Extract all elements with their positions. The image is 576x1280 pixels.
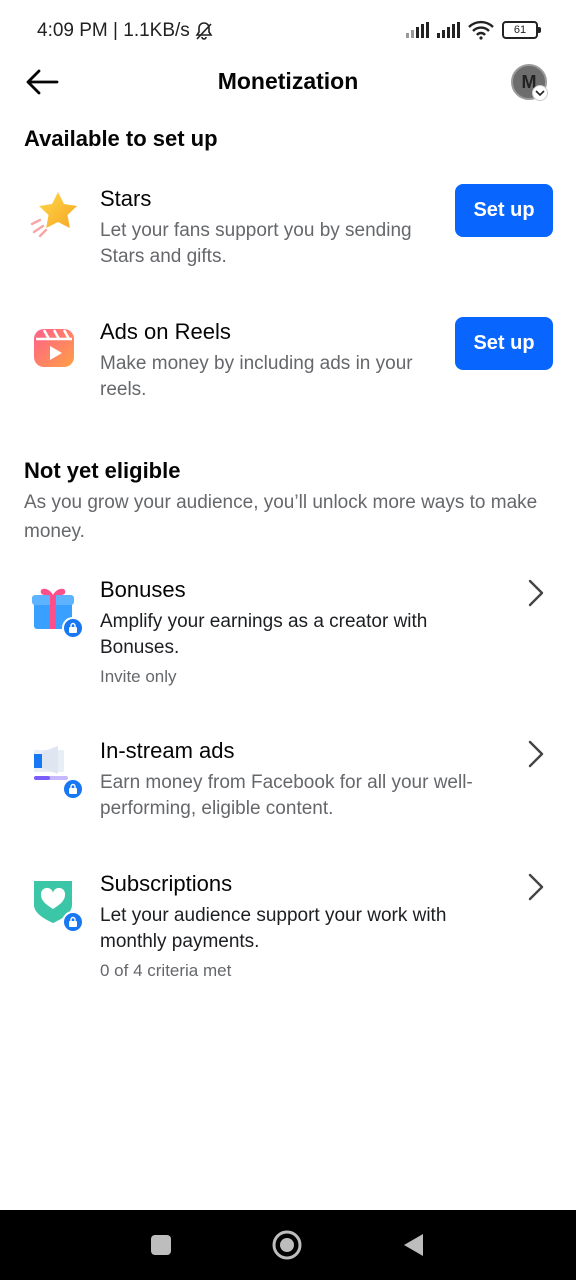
list-item-ads-on-reels: Ads on Reels Make money by including ads… bbox=[0, 317, 576, 427]
status-right: 61 bbox=[406, 20, 541, 40]
gift-icon bbox=[28, 581, 84, 639]
ads-on-reels-setup-button[interactable]: Set up bbox=[455, 317, 553, 370]
list-item-bonuses[interactable]: Bonuses Amplify your earnings as a creat… bbox=[0, 575, 576, 695]
bonuses-title: Bonuses bbox=[100, 577, 186, 602]
in-stream-ads-title: In-stream ads bbox=[100, 738, 235, 763]
video-ad-icon bbox=[28, 742, 84, 800]
battery-icon: 61 bbox=[502, 21, 541, 39]
bonuses-description: Amplify your earnings as a creator with … bbox=[100, 611, 428, 658]
bonuses-meta: Invite only bbox=[100, 667, 177, 686]
home-circle-icon bbox=[272, 1230, 302, 1260]
ads-on-reels-description: Make money by including ads in your reel… bbox=[100, 353, 413, 400]
status-time-speed: 4:09 PM | 1.1KB/s bbox=[37, 20, 190, 41]
signal-icon bbox=[406, 22, 429, 38]
status-left: 4:09 PM | 1.1KB/s bbox=[37, 20, 214, 42]
header: Monetization M bbox=[0, 58, 576, 106]
triangle-back-icon bbox=[404, 1234, 423, 1256]
chevron-right-icon bbox=[522, 871, 550, 903]
signal-icon-2 bbox=[437, 22, 460, 38]
ads-on-reels-title: Ads on Reels bbox=[100, 319, 231, 344]
battery-level: 61 bbox=[513, 24, 527, 36]
bell-off-icon bbox=[195, 22, 213, 40]
lock-icon bbox=[62, 778, 84, 800]
not-eligible-description: As you grow your audience, you’ll unlock… bbox=[24, 492, 538, 542]
stars-description: Let your fans support you by sending Sta… bbox=[100, 220, 412, 267]
star-icon bbox=[28, 188, 80, 240]
available-heading: Available to set up bbox=[24, 126, 218, 151]
chevron-down-icon bbox=[532, 85, 548, 101]
chevron-right-icon bbox=[522, 738, 550, 770]
avatar[interactable]: M bbox=[511, 64, 548, 101]
stars-title: Stars bbox=[100, 186, 152, 211]
recents-button[interactable] bbox=[146, 1230, 176, 1260]
lock-icon bbox=[62, 911, 84, 933]
reels-icon bbox=[28, 321, 80, 373]
chevron-right-icon bbox=[522, 577, 550, 609]
system-nav-bar bbox=[0, 1210, 576, 1280]
heart-shield-icon bbox=[28, 875, 84, 933]
not-eligible-heading: Not yet eligible bbox=[24, 458, 181, 483]
wifi-icon bbox=[468, 20, 494, 40]
page-title: Monetization bbox=[217, 68, 359, 94]
system-back-button[interactable] bbox=[398, 1230, 428, 1260]
home-button[interactable] bbox=[272, 1230, 302, 1260]
subscriptions-meta: 0 of 4 criteria met bbox=[100, 961, 232, 980]
subscriptions-title: Subscriptions bbox=[100, 871, 233, 896]
list-item-subscriptions[interactable]: Subscriptions Let your audience support … bbox=[0, 869, 576, 989]
list-item-in-stream-ads[interactable]: In-stream ads Earn money from Facebook f… bbox=[0, 736, 576, 836]
subscriptions-description: Let your audience support your work with… bbox=[100, 905, 447, 952]
square-icon bbox=[151, 1235, 171, 1255]
lock-icon bbox=[62, 617, 84, 639]
status-bar: 4:09 PM | 1.1KB/s 61 bbox=[0, 0, 576, 62]
in-stream-ads-description: Earn money from Facebook for all your we… bbox=[100, 772, 473, 819]
stars-setup-button[interactable]: Set up bbox=[455, 184, 553, 237]
list-item-stars: Stars Let your fans support you by sendi… bbox=[0, 184, 576, 294]
